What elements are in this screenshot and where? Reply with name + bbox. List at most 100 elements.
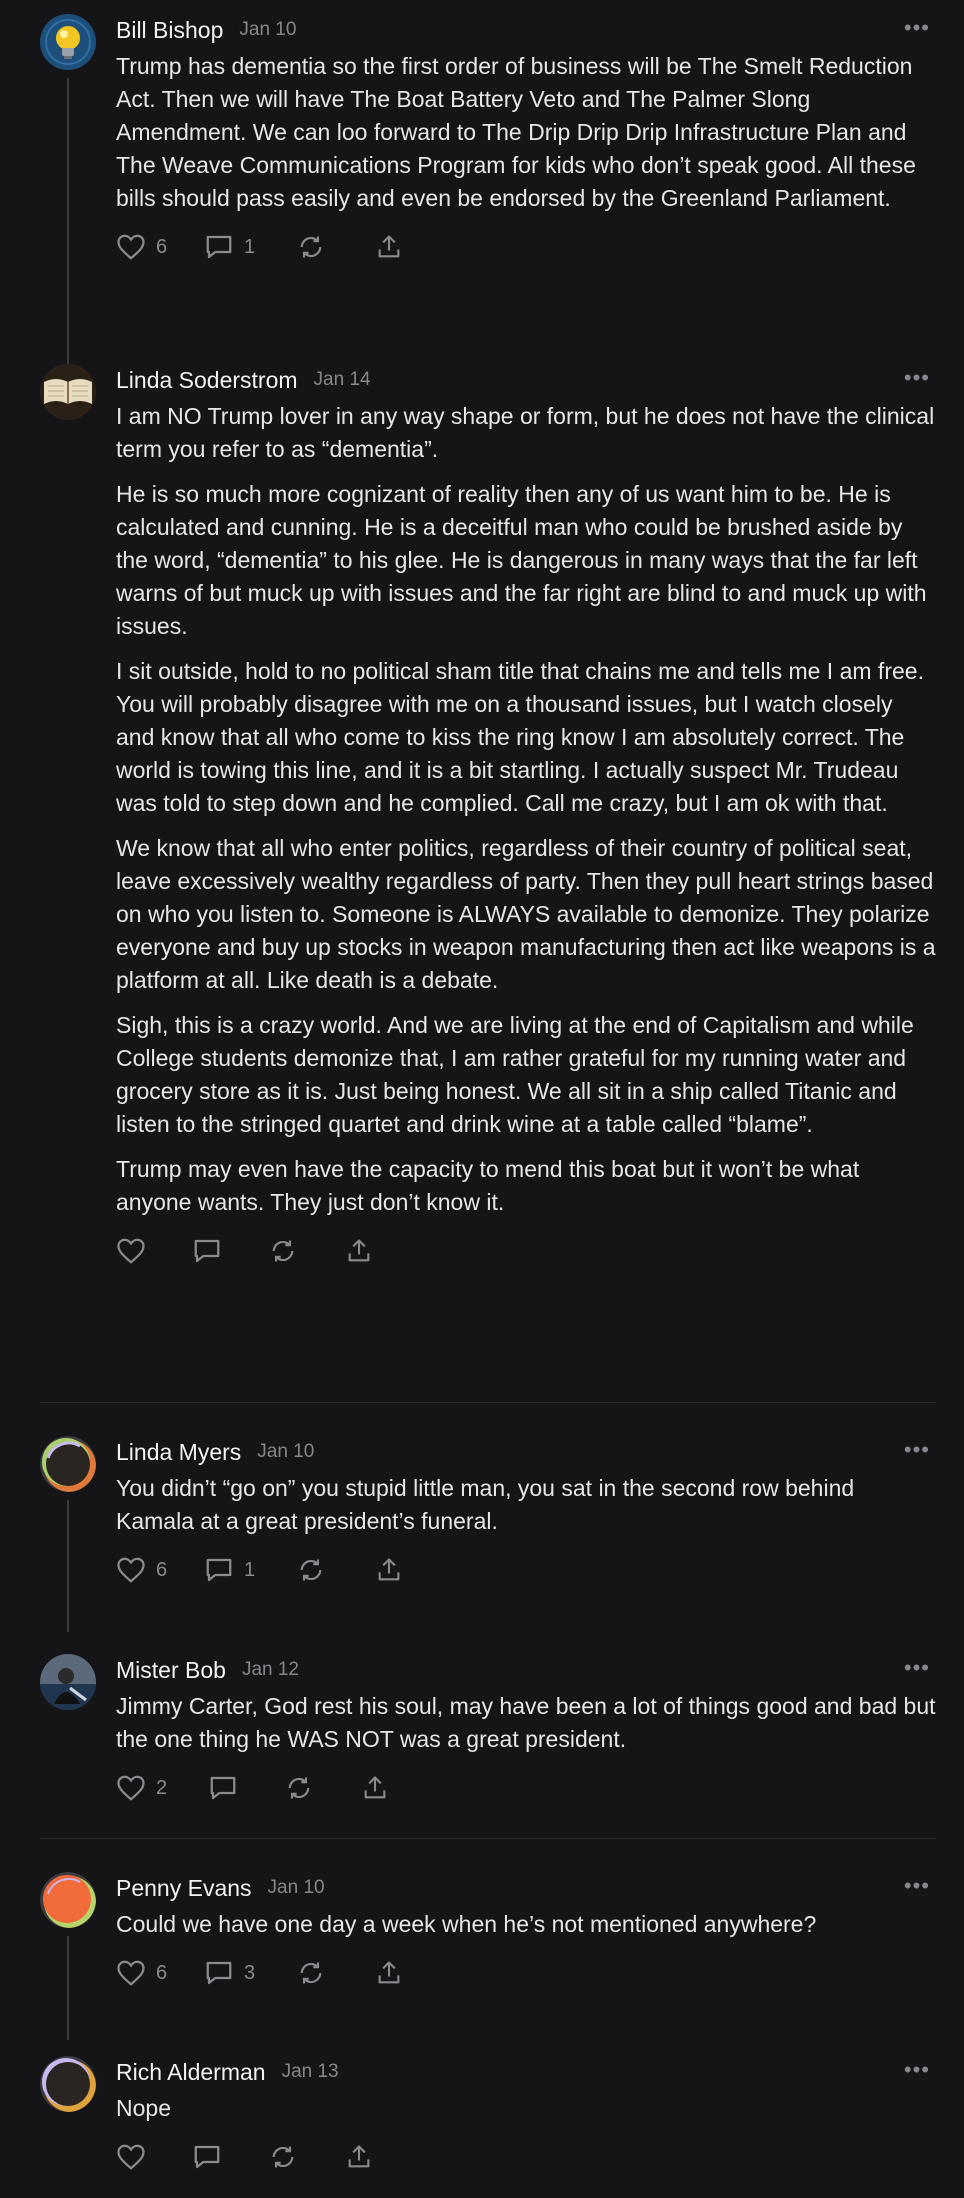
comment-actions bbox=[116, 1231, 936, 1271]
more-options-icon[interactable]: ••• bbox=[904, 1657, 930, 1679]
share-button[interactable] bbox=[344, 2143, 374, 2171]
like-button[interactable] bbox=[116, 2143, 192, 2171]
commenter-name[interactable]: Mister Bob bbox=[116, 1657, 226, 1684]
heart-icon bbox=[117, 234, 145, 260]
comment-paragraph: Sigh, this is a crazy world. And we are … bbox=[116, 1012, 914, 1137]
comment-date[interactable]: Jan 10 bbox=[257, 1441, 314, 1463]
comment: Rich Alderman Jan 13 ••• Nope bbox=[0, 2056, 964, 2177]
share-icon bbox=[348, 1239, 370, 1262]
comment-paragraph: Jimmy Carter, God rest his soul, may hav… bbox=[116, 1693, 936, 1752]
like-button[interactable]: 6 bbox=[116, 233, 204, 261]
restack-icon bbox=[300, 1962, 322, 1984]
share-button[interactable] bbox=[360, 1774, 390, 1802]
comment: Linda Soderstrom Jan 14 ••• I am NO Trum… bbox=[0, 364, 964, 1271]
avatar[interactable] bbox=[40, 364, 96, 420]
reply-count: 1 bbox=[244, 235, 256, 258]
avatar-orange-image bbox=[40, 1872, 96, 1928]
restack-icon bbox=[288, 1777, 310, 1799]
avatar[interactable] bbox=[40, 1654, 96, 1710]
commenter-name[interactable]: Bill Bishop bbox=[116, 17, 223, 44]
avatar-book-image bbox=[40, 364, 96, 420]
comment-thread-2-reply: Mister Bob Jan 12 ••• Jimmy Carter, God … bbox=[0, 1654, 964, 1808]
comment-body: You didn’t “go on” you stupid little man… bbox=[116, 1472, 936, 1538]
like-button[interactable]: 6 bbox=[116, 1556, 204, 1584]
comment-body: Jimmy Carter, God rest his soul, may hav… bbox=[116, 1690, 936, 1756]
like-count: 6 bbox=[156, 1558, 168, 1581]
comment-actions: 6 1 bbox=[116, 227, 936, 267]
avatar[interactable] bbox=[40, 1436, 96, 1492]
comment-icon bbox=[206, 1558, 232, 1582]
comment-paragraph: Trump has dementia so the first order of… bbox=[116, 53, 916, 211]
reply-button[interactable] bbox=[192, 1237, 268, 1265]
comment-paragraph: You didn’t “go on” you stupid little man… bbox=[116, 1475, 855, 1534]
heart-icon bbox=[117, 1775, 145, 1801]
avatar[interactable] bbox=[40, 14, 96, 70]
comment-actions: 6 3 bbox=[116, 1953, 936, 1993]
reply-count: 3 bbox=[244, 1961, 256, 1984]
comment-thread-1-reply: Linda Soderstrom Jan 14 ••• I am NO Trum… bbox=[0, 364, 964, 1271]
reply-button[interactable]: 3 bbox=[204, 1959, 296, 1987]
like-count: 2 bbox=[156, 1776, 168, 1799]
comment-actions: 6 1 bbox=[116, 1550, 936, 1590]
comment-thread-1: Bill Bishop Jan 10 ••• Trump has dementi… bbox=[0, 14, 964, 364]
restack-button[interactable] bbox=[284, 1774, 360, 1802]
comment-actions: 2 bbox=[116, 1768, 936, 1808]
more-options-icon[interactable]: ••• bbox=[904, 2059, 930, 2081]
avatar-default-image bbox=[40, 2056, 96, 2112]
comment-paragraph: He is so much more cognizant of reality … bbox=[116, 481, 927, 639]
more-options-icon[interactable]: ••• bbox=[904, 1439, 930, 1461]
comment-date[interactable]: Jan 10 bbox=[239, 19, 296, 41]
commenter-name[interactable]: Rich Alderman bbox=[116, 2059, 266, 2086]
comment-date[interactable]: Jan 14 bbox=[314, 369, 371, 391]
comment-date[interactable]: Jan 10 bbox=[268, 1877, 325, 1899]
heart-icon bbox=[117, 1238, 145, 1264]
avatar-photo-image bbox=[40, 1654, 96, 1710]
thread-divider bbox=[40, 1838, 936, 1839]
share-button[interactable] bbox=[374, 1959, 404, 1987]
restack-button[interactable] bbox=[268, 2143, 344, 2171]
restack-button[interactable] bbox=[268, 1237, 344, 1265]
like-button[interactable] bbox=[116, 1237, 192, 1265]
share-button[interactable] bbox=[374, 1556, 404, 1584]
avatar[interactable] bbox=[40, 2056, 96, 2112]
thread-divider bbox=[40, 1402, 936, 1403]
comment-paragraph: Trump may even have the capacity to mend… bbox=[116, 1156, 860, 1215]
comment-body: Trump has dementia so the first order of… bbox=[116, 50, 936, 215]
commenter-name[interactable]: Linda Soderstrom bbox=[116, 367, 298, 394]
comment-date[interactable]: Jan 12 bbox=[242, 1659, 299, 1681]
like-count: 6 bbox=[156, 235, 168, 258]
reply-button[interactable] bbox=[208, 1774, 284, 1802]
more-options-icon[interactable]: ••• bbox=[904, 367, 930, 389]
comment: Linda Myers Jan 10 ••• You didn’t “go on… bbox=[0, 1436, 964, 1590]
commenter-name[interactable]: Penny Evans bbox=[116, 1875, 252, 1902]
avatar-lightbulb-image bbox=[40, 14, 96, 70]
comment-body: I am NO Trump lover in any way shape or … bbox=[116, 400, 936, 1219]
comment-paragraph: We know that all who enter politics, reg… bbox=[116, 835, 936, 993]
more-options-icon[interactable]: ••• bbox=[904, 17, 930, 39]
avatar[interactable] bbox=[40, 1872, 96, 1928]
like-count: 6 bbox=[156, 1961, 168, 1984]
reply-button[interactable]: 1 bbox=[204, 1556, 296, 1584]
restack-button[interactable] bbox=[296, 1959, 374, 1987]
comment-date[interactable]: Jan 13 bbox=[282, 2061, 339, 2083]
comment-thread-3-reply: Rich Alderman Jan 13 ••• Nope bbox=[0, 2056, 964, 2177]
comment: Penny Evans Jan 10 ••• Could we have one… bbox=[0, 1872, 964, 1993]
like-button[interactable]: 6 bbox=[116, 1959, 204, 1987]
more-options-icon[interactable]: ••• bbox=[904, 1875, 930, 1897]
restack-icon bbox=[272, 1240, 294, 1262]
share-icon bbox=[364, 1776, 386, 1799]
restack-button[interactable] bbox=[296, 1556, 374, 1584]
commenter-name[interactable]: Linda Myers bbox=[116, 1439, 241, 1466]
comment-body: Could we have one day a week when he’s n… bbox=[116, 1908, 936, 1941]
heart-icon bbox=[117, 1557, 145, 1583]
like-button[interactable]: 2 bbox=[116, 1774, 208, 1802]
share-button[interactable] bbox=[374, 233, 404, 261]
comment-paragraph: Could we have one day a week when he’s n… bbox=[116, 1911, 817, 1937]
comment-icon bbox=[206, 235, 232, 259]
restack-button[interactable] bbox=[296, 233, 374, 261]
comment: Mister Bob Jan 12 ••• Jimmy Carter, God … bbox=[0, 1654, 964, 1808]
comment-thread-2: Linda Myers Jan 10 ••• You didn’t “go on… bbox=[0, 1436, 964, 1632]
reply-button[interactable]: 1 bbox=[204, 233, 296, 261]
reply-button[interactable] bbox=[192, 2143, 268, 2171]
share-button[interactable] bbox=[344, 1237, 374, 1265]
